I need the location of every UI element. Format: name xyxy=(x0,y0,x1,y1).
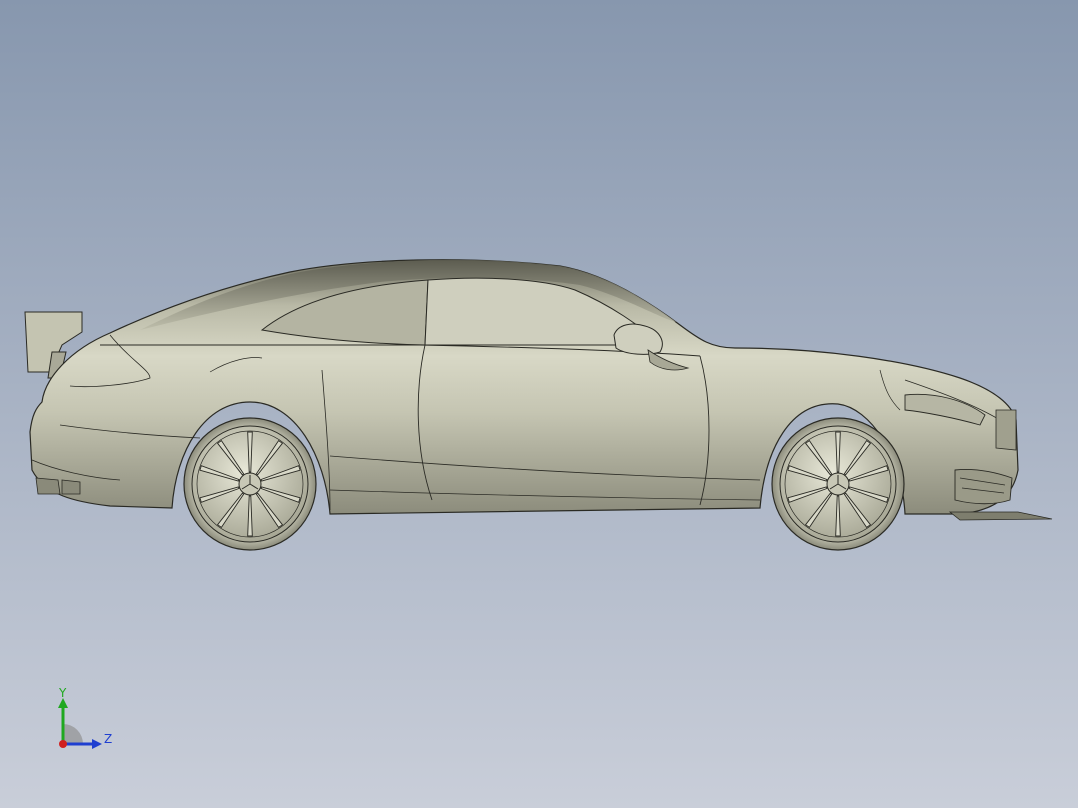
front-wheel[interactable] xyxy=(771,417,905,551)
y-axis-label: Y xyxy=(59,686,67,700)
z-axis-label: Z xyxy=(104,732,113,746)
coordinate-triad: Y Z xyxy=(50,686,120,756)
car-model[interactable] xyxy=(0,0,1078,808)
rear-wheel[interactable] xyxy=(183,417,317,551)
graphics-viewport[interactable]: Y Z xyxy=(0,0,1078,808)
